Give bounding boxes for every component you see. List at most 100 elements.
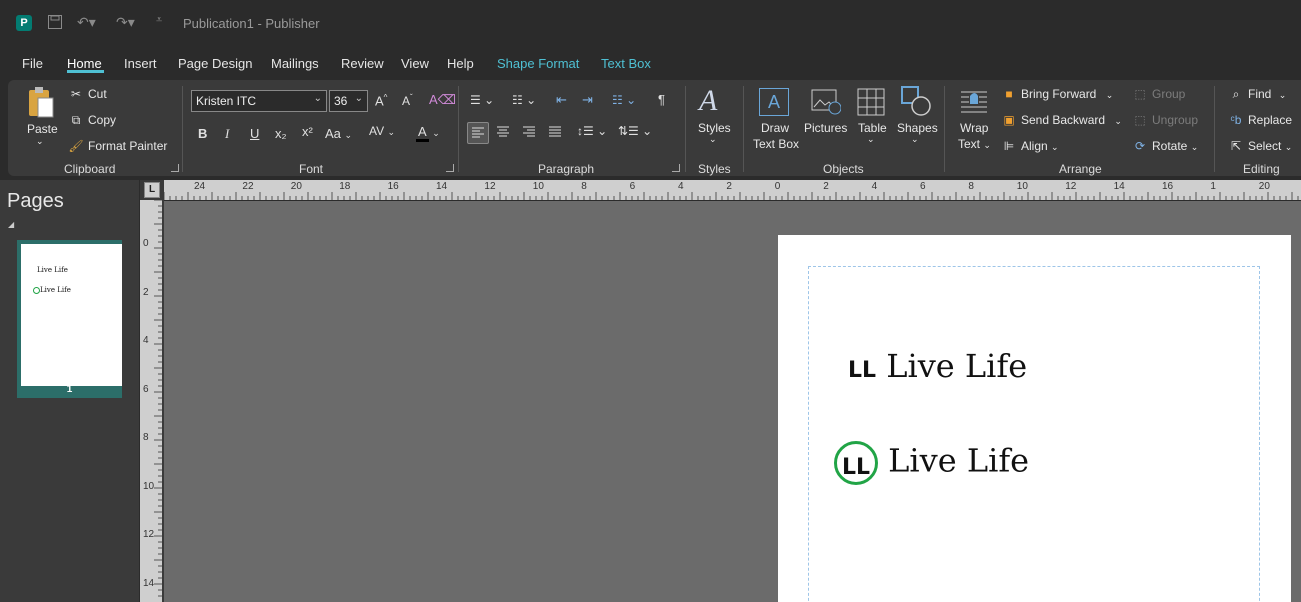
tab-shape-format[interactable]: Shape Format bbox=[497, 56, 579, 71]
wrap-text-icon[interactable] bbox=[959, 88, 989, 116]
font-dialog-launcher-icon[interactable] bbox=[446, 164, 454, 172]
vertical-ruler[interactable]: 0 2 4 6 8 10 12 14 bbox=[140, 200, 164, 602]
logo-text-box-2[interactable]: LL Live Life bbox=[834, 441, 1029, 485]
align-button[interactable]: ⊫ Align ⌄ bbox=[1001, 139, 1059, 153]
send-backward-button[interactable]: ▣ Send Backward ⌄ bbox=[1001, 113, 1122, 127]
rotate-button[interactable]: ⟳ Rotate ⌄ bbox=[1132, 139, 1198, 153]
paste-icon[interactable] bbox=[26, 86, 56, 120]
underline-button[interactable]: U bbox=[250, 126, 259, 141]
group-separator bbox=[944, 86, 945, 172]
pictures-button[interactable]: Pictures bbox=[804, 121, 847, 135]
bring-forward-icon: ■ bbox=[1005, 87, 1013, 101]
columns-icon[interactable]: ☷ ⌄ bbox=[612, 93, 636, 107]
font-group-label: Font bbox=[299, 162, 324, 176]
tab-text-box[interactable]: Text Box bbox=[601, 56, 651, 71]
numbering-icon[interactable]: ☷ ⌄ bbox=[512, 93, 536, 107]
change-case-button[interactable]: Aa ⌄ bbox=[325, 126, 352, 141]
font-color-button[interactable]: A ⌄ bbox=[416, 124, 440, 142]
styles-icon[interactable]: A bbox=[699, 84, 717, 118]
tab-insert[interactable]: Insert bbox=[124, 56, 157, 71]
page-thumbnail[interactable]: Live Life Live Life 1 bbox=[17, 240, 122, 398]
tab-stop-selector[interactable]: L bbox=[144, 182, 160, 198]
group-button[interactable]: ⬚ Group bbox=[1132, 87, 1185, 101]
bullets-icon[interactable]: ☰ ⌄ bbox=[470, 93, 494, 107]
grow-font-icon[interactable]: A^ bbox=[375, 93, 387, 108]
chevron-down-icon: ⌄ bbox=[387, 127, 396, 137]
collapse-triangle-icon[interactable]: ◢ bbox=[8, 220, 14, 229]
tab-page-design[interactable]: Page Design bbox=[178, 56, 252, 71]
decrease-indent-icon[interactable]: ⇤ bbox=[556, 92, 567, 108]
ruler-corner[interactable]: L bbox=[140, 180, 164, 200]
tab-home[interactable]: Home bbox=[67, 56, 102, 71]
objects-group-label: Objects bbox=[823, 162, 864, 176]
italic-button[interactable]: I bbox=[225, 126, 229, 142]
bring-forward-button[interactable]: ■ Bring Forward ⌄ bbox=[1001, 87, 1113, 101]
shapes-icon[interactable] bbox=[901, 86, 931, 116]
undo-icon[interactable]: ↶▾ bbox=[77, 14, 96, 31]
logo-text-box-1[interactable]: LL Live Life bbox=[848, 347, 1027, 385]
select-button[interactable]: ⇱ Select ⌄ bbox=[1228, 139, 1292, 153]
replace-button[interactable]: ᶜb Replace bbox=[1228, 113, 1293, 127]
find-button[interactable]: ⌕ Find ⌄ bbox=[1228, 87, 1287, 102]
copy-button[interactable]: ⧉ Copy bbox=[68, 113, 116, 128]
increase-indent-icon[interactable]: ⇥ bbox=[582, 92, 593, 108]
bold-button[interactable]: B bbox=[198, 126, 207, 141]
character-spacing-button[interactable]: AV ⌄ bbox=[369, 124, 395, 138]
publication-page[interactable]: LL Live Life LL Live Life bbox=[778, 235, 1291, 602]
format-painter-button[interactable]: 🖌 Format Painter bbox=[68, 139, 167, 153]
styles-button[interactable]: Styles bbox=[698, 121, 731, 135]
paragraph-spacing-icon[interactable]: ⇅☰ ⌄ bbox=[618, 124, 652, 138]
ruler-number: 1 bbox=[1210, 181, 1216, 192]
font-color-icon: A bbox=[416, 124, 429, 142]
text-box-icon[interactable]: A bbox=[759, 88, 789, 116]
redo-icon[interactable]: ↷▾ bbox=[116, 14, 135, 31]
tab-view[interactable]: View bbox=[401, 56, 429, 71]
clipboard-dialog-launcher-icon[interactable] bbox=[171, 164, 179, 172]
font-size-combobox[interactable]: 36 ⌄ bbox=[329, 90, 368, 112]
paste-button[interactable]: Paste bbox=[27, 122, 58, 136]
shrink-font-icon[interactable]: Aˇ bbox=[402, 93, 413, 108]
wrap-text-line1[interactable]: Wrap bbox=[960, 121, 988, 135]
document-canvas[interactable]: LL Live Life LL Live Life bbox=[164, 201, 1301, 602]
pictures-icon[interactable] bbox=[811, 88, 842, 116]
tab-file[interactable]: File bbox=[22, 56, 43, 71]
paste-dropdown-icon[interactable]: ⌄ bbox=[36, 136, 44, 147]
ruler-number: 6 bbox=[920, 181, 926, 192]
align-center-button[interactable] bbox=[493, 122, 515, 144]
show-formatting-button[interactable]: ¶ bbox=[658, 92, 665, 107]
draw-text-box-line1[interactable]: Draw bbox=[761, 121, 789, 135]
tab-mailings[interactable]: Mailings bbox=[271, 56, 319, 71]
paragraph-dialog-launcher-icon[interactable] bbox=[672, 164, 680, 172]
justify-button[interactable] bbox=[545, 122, 567, 144]
draw-text-box-line2[interactable]: Text Box bbox=[753, 137, 799, 151]
send-backward-label: Send Backward bbox=[1021, 113, 1106, 127]
publisher-app-icon[interactable]: P bbox=[16, 15, 32, 31]
clear-formatting-icon[interactable]: A⌫ bbox=[429, 92, 456, 108]
line-spacing-icon[interactable]: ↕☰ ⌄ bbox=[577, 124, 607, 138]
table-button[interactable]: Table bbox=[858, 121, 887, 135]
ruler-number: 22 bbox=[242, 181, 254, 192]
justify-icon bbox=[549, 126, 561, 137]
ruler-number: 2 bbox=[143, 286, 149, 298]
ruler-number: 24 bbox=[194, 181, 206, 192]
superscript-button[interactable]: x² bbox=[302, 124, 313, 139]
tab-review[interactable]: Review bbox=[341, 56, 384, 71]
wrap-text-button[interactable]: Text ⌄ bbox=[958, 137, 991, 151]
ruler-number: 4 bbox=[678, 181, 684, 192]
search-icon: ⌕ bbox=[1232, 87, 1240, 101]
publisher-window: P ↶▾ ↷▾ ⩡ Publication1 - Publisher File … bbox=[0, 0, 1301, 602]
ungroup-button[interactable]: ⬚ Ungroup bbox=[1132, 113, 1198, 127]
font-name-combobox[interactable]: Kristen ITC ⌄ bbox=[191, 90, 327, 112]
subscript-button[interactable]: x₂ bbox=[275, 126, 287, 141]
tab-help[interactable]: Help bbox=[447, 56, 474, 71]
cut-button[interactable]: ✂ Cut bbox=[68, 87, 107, 101]
table-icon[interactable] bbox=[857, 88, 885, 116]
align-right-button[interactable] bbox=[519, 122, 541, 144]
align-left-button[interactable] bbox=[467, 122, 489, 144]
save-icon[interactable] bbox=[47, 14, 63, 33]
horizontal-ruler[interactable]: 24 22 20 18 16 14 12 10 8 6 4 2 0 2 4 6 8 10 12 14 16 1 20 bbox=[164, 180, 1301, 200]
customize-qat-icon[interactable]: ⩡ bbox=[156, 14, 162, 27]
shapes-button[interactable]: Shapes bbox=[897, 121, 938, 135]
pages-pane-title: Pages bbox=[7, 190, 64, 212]
ruler-number: 8 bbox=[143, 432, 149, 443]
